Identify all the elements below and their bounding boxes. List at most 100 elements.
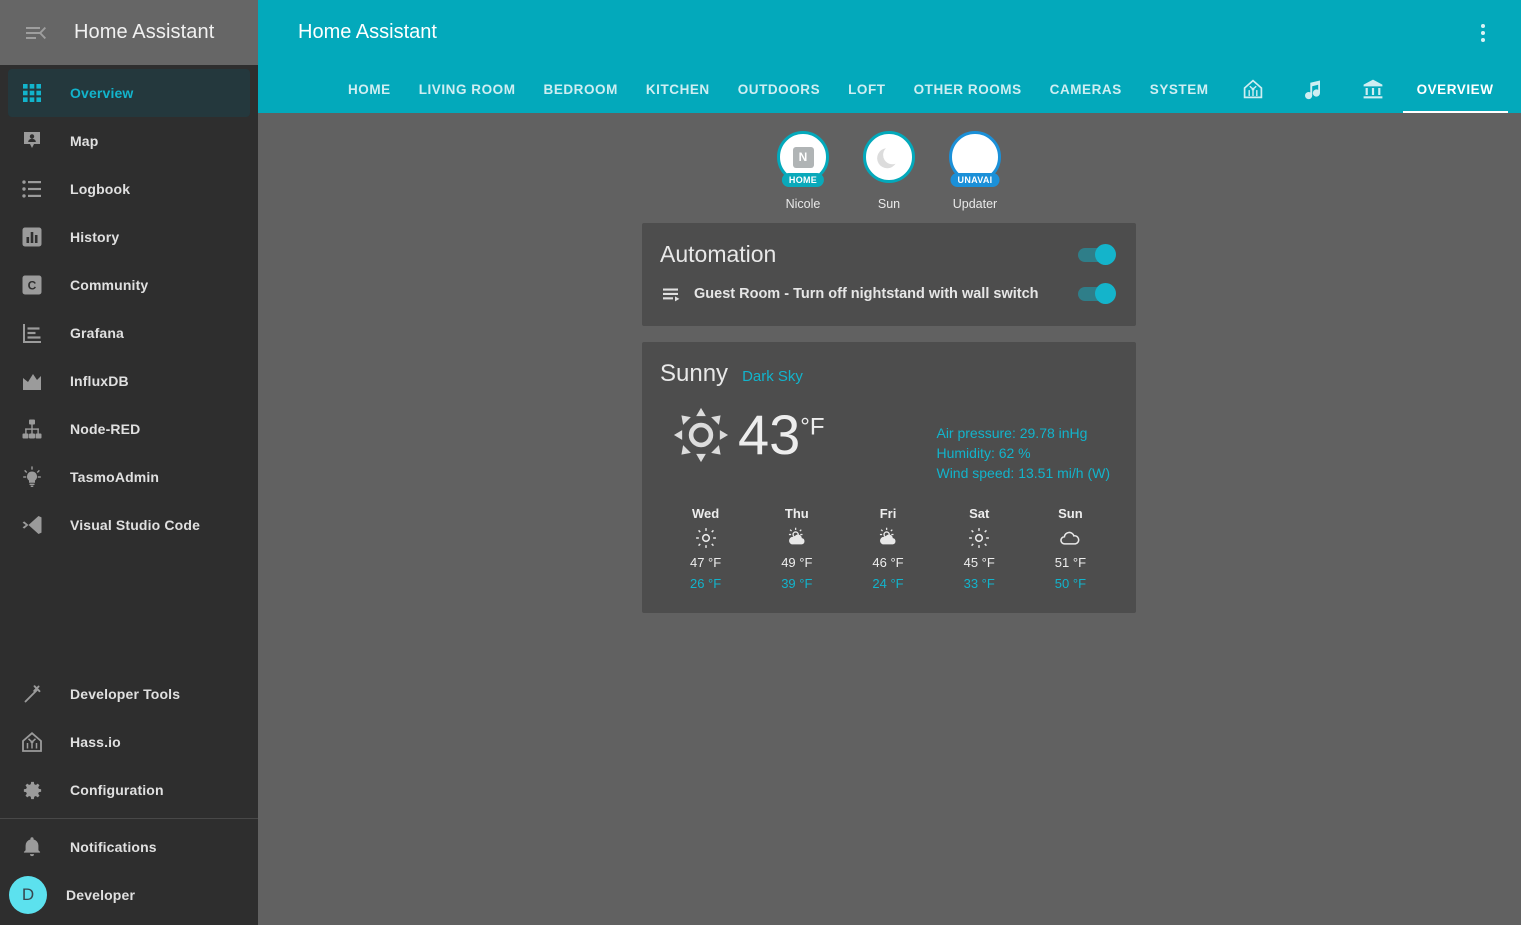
tab-cameras[interactable]: CAMERAS (1036, 65, 1136, 113)
sidebar-title: Home Assistant (74, 21, 215, 43)
automation-row-toggle[interactable] (1078, 283, 1116, 304)
sidebar-item-visual-studio-code[interactable]: Visual Studio Code (8, 501, 250, 549)
weather-partly-cloudy-icon (877, 527, 899, 549)
weather-state: Sunny (660, 360, 729, 387)
tab-system[interactable]: SYSTEM (1136, 65, 1223, 113)
forecast-high: 51 °F (1054, 554, 1087, 570)
badge-sun[interactable]: Sun (857, 131, 921, 211)
sidebar-item-label: Logbook (70, 181, 131, 197)
badge-circle (863, 131, 915, 183)
tab-label: OVERVIEW (1416, 81, 1494, 97)
lovelace-column: N HOME Nicole Sun UNAVAI Updater Automat… (642, 113, 1136, 613)
sidebar-item-developer-tools[interactable]: Developer Tools (8, 670, 250, 718)
weather-sunny-icon (695, 527, 717, 549)
sidebar-item-configuration[interactable]: Configuration (8, 766, 250, 814)
automation-card-title: Automation (660, 241, 777, 267)
weather-temperature: 43°F (738, 407, 825, 463)
tab-overview[interactable]: OVERVIEW (1402, 65, 1508, 113)
tab-music[interactable] (1283, 65, 1343, 113)
weather-attributes: Air pressure: 29.78 inHg Humidity: 62 % … (936, 406, 1116, 484)
tab-label: HOME (348, 81, 391, 97)
sidebar-item-label: Hass.io (70, 734, 121, 750)
tab-bedroom[interactable]: BEDROOM (530, 65, 632, 113)
bank-icon (1361, 77, 1385, 101)
top-app-bar-row: Home Assistant (258, 0, 1521, 65)
sidebar: Home Assistant Overview Map Logbook Hist… (0, 0, 258, 925)
toggle-knob (1095, 243, 1116, 265)
tab-label: LOFT (848, 81, 886, 97)
sidebar-item-community[interactable]: C Community (8, 261, 250, 309)
sidebar-item-overview[interactable]: Overview (8, 69, 250, 117)
badge-label: Updater (952, 197, 998, 211)
weather-header: Sunny Dark Sky (660, 360, 1116, 388)
view-tabs: HOME LIVING ROOM BEDROOM KITCHEN OUTDOOR… (258, 65, 1521, 113)
chart-box-icon (8, 226, 56, 248)
tab-home-automation[interactable] (1223, 65, 1283, 113)
page-title: Home Assistant (298, 21, 437, 43)
forecast-day: Fri 46 °F 24 °F (842, 506, 933, 591)
sidebar-item-hassio[interactable]: Hass.io (8, 718, 250, 766)
tab-kitchen[interactable]: KITCHEN (632, 65, 724, 113)
sidebar-item-history[interactable]: History (8, 213, 250, 261)
forecast-day: Sat 45 °F 33 °F (934, 506, 1025, 591)
weather-card: Sunny Dark Sky 43°F Air pressure: 29.78 … (642, 342, 1136, 613)
forecast-day: Wed 47 °F 26 °F (660, 506, 751, 591)
automation-row-label: Guest Room - Turn off nightstand with wa… (694, 286, 1039, 302)
sidebar-item-node-red[interactable]: Node-RED (8, 405, 250, 453)
forecast-day-label: Wed (691, 505, 720, 521)
automation-card: Automation Guest Room - Turn off nightst… (642, 223, 1136, 326)
status-badge: HOME (781, 173, 825, 187)
sitemap-icon (8, 418, 56, 440)
bell-icon (8, 836, 56, 858)
sidebar-header: Home Assistant (0, 0, 258, 65)
dots-vertical-icon[interactable] (1469, 19, 1497, 47)
forecast-day: Sun 51 °F 50 °F (1025, 506, 1116, 591)
automation-card-header: Automation (642, 223, 1136, 274)
weather-source: Dark Sky (742, 368, 803, 385)
sidebar-item-influxdb[interactable]: InfluxDB (8, 357, 250, 405)
sidebar-item-label: Configuration (70, 782, 164, 798)
cog-icon (8, 779, 56, 802)
sidebar-item-label: Developer Tools (70, 686, 181, 702)
sidebar-item-tasmoadmin[interactable]: TasmoAdmin (8, 453, 250, 501)
sidebar-item-map[interactable]: Map (8, 117, 250, 165)
tab-loft[interactable]: LOFT (834, 65, 899, 113)
forecast-day-label: Sat (969, 505, 990, 521)
sidebar-item-label: Notifications (70, 839, 157, 855)
tab-bank[interactable] (1343, 65, 1403, 113)
badge-updater[interactable]: UNAVAI Updater (943, 131, 1007, 211)
weather-sunny-icon (672, 406, 730, 464)
badge-nicole[interactable]: N HOME Nicole (771, 131, 835, 211)
tab-outdoors[interactable]: OUTDOORS (724, 65, 834, 113)
menu-collapse-icon[interactable] (14, 11, 58, 55)
forecast-high: 47 °F (689, 554, 722, 570)
robot-playlist-icon (660, 282, 694, 306)
music-note-icon (1301, 77, 1325, 101)
moon-waning-crescent-icon (875, 143, 903, 171)
tab-home[interactable]: HOME (334, 65, 405, 113)
view-dashboard-icon (8, 82, 56, 104)
forecast-day-label: Thu (784, 505, 809, 521)
sidebar-item-grafana[interactable]: Grafana (8, 309, 250, 357)
chart-line-icon (8, 370, 56, 392)
badge-circle: UNAVAI (949, 131, 1001, 187)
sidebar-item-label: History (70, 229, 120, 245)
person-initial-n: N (792, 146, 814, 168)
forecast-low: 24 °F (872, 575, 904, 591)
sidebar-item-label: Visual Studio Code (70, 517, 201, 533)
avatar: D (4, 876, 52, 914)
sidebar-item-notifications[interactable]: Notifications (8, 823, 250, 871)
sidebar-item-logbook[interactable]: Logbook (8, 165, 250, 213)
community-c-icon: C (8, 274, 56, 296)
automation-group-toggle[interactable] (1078, 243, 1116, 265)
map-marker-account-icon (8, 129, 56, 153)
attribute-humidity: Humidity: 62 % (936, 444, 1031, 461)
grafana-chart-icon (8, 322, 56, 344)
sidebar-item-developer-profile[interactable]: D Developer (8, 871, 250, 919)
sidebar-item-label: Overview (70, 85, 134, 101)
lightbulb-on-icon (8, 466, 56, 488)
svg-text:C: C (28, 279, 37, 293)
tab-label: LIVING ROOM (418, 81, 516, 97)
tab-living-room[interactable]: LIVING ROOM (405, 65, 530, 113)
tab-other-rooms[interactable]: OTHER ROOMS (900, 65, 1036, 113)
